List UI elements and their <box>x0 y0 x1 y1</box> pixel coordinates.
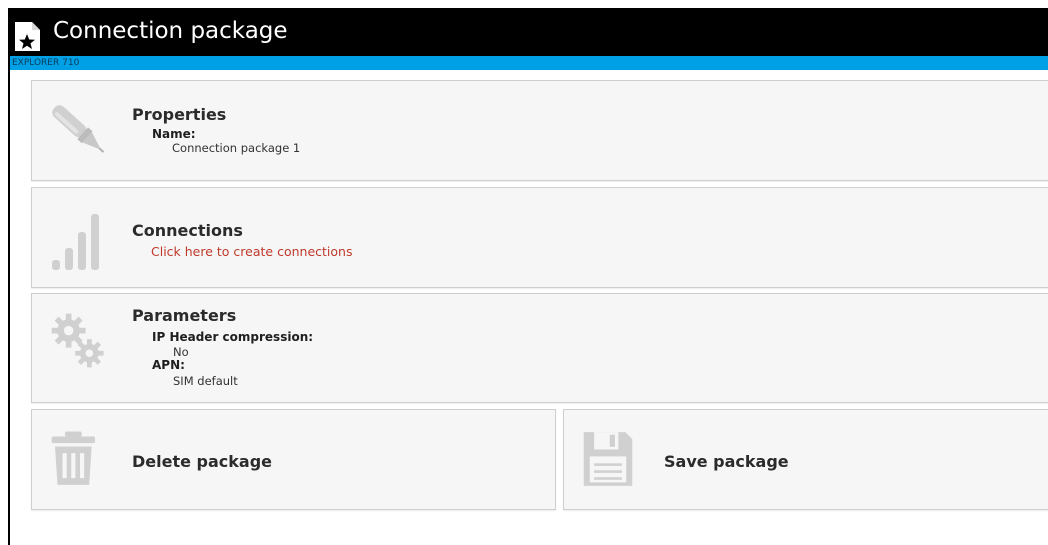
delete-package-button[interactable]: Delete package <box>31 409 556 510</box>
delete-package-label: Delete package <box>132 452 273 471</box>
header-compression-label: IP Header compression: <box>152 330 314 344</box>
app-window: Connection package EXPLORER 710 Properti… <box>8 8 1048 545</box>
device-strip: EXPLORER 710 <box>10 56 1048 70</box>
properties-card[interactable]: Properties Name: Connection package 1 <box>31 80 1048 181</box>
connections-title: Connections <box>132 221 243 240</box>
trash-icon <box>51 431 95 485</box>
save-package-button[interactable]: Save package <box>563 409 1048 510</box>
parameters-title: Parameters <box>132 306 237 325</box>
name-label: Name: <box>152 127 196 141</box>
apn-value: SIM default <box>173 374 238 388</box>
properties-title: Properties <box>132 105 227 124</box>
gears-icon <box>51 313 104 368</box>
title-bar: Connection package <box>10 8 1048 56</box>
apn-label: APN: <box>152 358 185 372</box>
device-name: EXPLORER 710 <box>12 58 80 68</box>
connections-card[interactable]: Connections Click here to create connect… <box>31 187 1048 288</box>
header-compression-value: No <box>173 345 189 359</box>
create-connections-link[interactable]: Click here to create connections <box>151 244 352 260</box>
parameters-card[interactable]: Parameters IP Header compression: No APN… <box>31 293 1048 403</box>
document-star-icon <box>15 22 40 51</box>
page-title: Connection package <box>53 18 288 44</box>
name-value: Connection package 1 <box>172 141 301 155</box>
save-package-label: Save package <box>664 452 789 471</box>
pen-icon <box>52 105 105 153</box>
signal-bars-icon <box>52 214 99 270</box>
floppy-disk-icon <box>583 432 633 486</box>
